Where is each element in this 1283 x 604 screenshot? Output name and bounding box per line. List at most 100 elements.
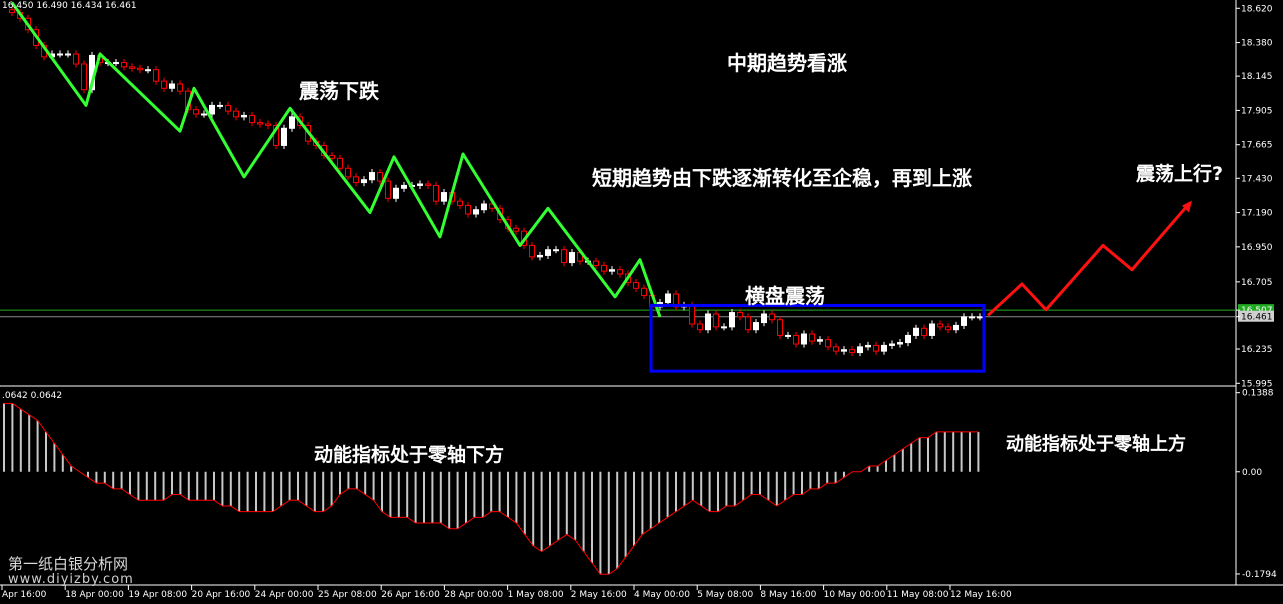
y-tick-label: 17.905 <box>1241 106 1273 116</box>
candle-body <box>193 109 199 115</box>
candle <box>513 224 519 235</box>
candle-body <box>129 66 135 69</box>
candle <box>937 320 943 331</box>
candle-body <box>929 323 935 336</box>
y-tick-label: 17.190 <box>1241 209 1273 219</box>
candle <box>737 309 743 321</box>
down-oscillation-label: 震荡下跌 <box>299 79 379 103</box>
candle <box>233 107 239 121</box>
candle <box>761 310 767 327</box>
candle-body <box>225 104 231 112</box>
candle-body <box>737 312 743 318</box>
candle <box>977 313 983 321</box>
indicator-tick-label: 0.1388 <box>1242 389 1274 399</box>
candle-body <box>537 254 543 258</box>
candle <box>257 119 263 128</box>
candle-body <box>217 104 223 107</box>
up-oscillation-label: 震荡上行? <box>1136 163 1224 185</box>
x-tick-label: 5 May 08:00 <box>697 590 753 600</box>
candle <box>825 336 831 351</box>
candle-body <box>969 316 975 319</box>
candle-body <box>369 172 375 181</box>
candle-body <box>633 282 639 289</box>
candle <box>769 310 775 324</box>
candle <box>481 200 487 214</box>
candle-body <box>785 334 791 337</box>
candle-body <box>209 104 215 115</box>
candle <box>553 246 559 254</box>
candle <box>137 64 143 74</box>
candle-body <box>665 293 671 304</box>
candle-body <box>265 123 271 126</box>
candle-body <box>73 53 79 65</box>
x-tick-label: 20 Apr 16:00 <box>192 590 251 600</box>
candle-body <box>617 269 623 275</box>
indicator-tick-label: -0.1794 <box>1242 570 1277 580</box>
candle <box>529 241 535 261</box>
candle <box>809 330 815 345</box>
candle-body <box>745 316 751 331</box>
candle-body <box>249 114 255 124</box>
candle <box>401 181 407 192</box>
candle-body <box>641 287 647 296</box>
candle <box>721 323 727 331</box>
candle <box>81 60 87 94</box>
candle <box>545 246 551 259</box>
candle-body <box>457 200 463 206</box>
sideways-label: 横盘震荡 <box>745 284 825 308</box>
y-tick-label: 17.430 <box>1241 174 1273 184</box>
candle-body <box>849 349 855 354</box>
candle-body <box>561 249 567 264</box>
candle <box>777 316 783 339</box>
candle-body <box>921 327 927 336</box>
candle <box>225 101 231 115</box>
candle <box>969 313 975 321</box>
candle <box>537 251 543 261</box>
candle-body <box>897 342 903 345</box>
candle <box>441 189 447 205</box>
candle-body <box>801 333 807 345</box>
candle-body <box>377 172 383 182</box>
candle <box>849 346 855 357</box>
candle <box>913 324 919 339</box>
candle <box>177 80 183 95</box>
candle-body <box>121 62 127 68</box>
candle-body <box>913 327 919 336</box>
x-tick-label: 25 Apr 08:00 <box>318 590 377 600</box>
candle-body <box>721 326 727 329</box>
candle <box>361 176 367 187</box>
momentum-histogram <box>3 402 980 575</box>
ohlc-header: 16.450 16.490 16.434 16.461 <box>2 1 137 11</box>
candle-body <box>873 344 879 352</box>
candle <box>265 120 271 129</box>
watermark-url: www.diyizby.com <box>8 572 134 587</box>
x-tick-label: 18 Apr 00:00 <box>65 590 124 600</box>
candle-body <box>761 313 767 324</box>
candle <box>817 336 823 345</box>
y-tick-label: 16.705 <box>1241 278 1273 288</box>
candle-body <box>825 339 831 348</box>
y-tick-label: 18.380 <box>1241 39 1273 49</box>
indicator-tick-label: 0.00 <box>1242 468 1262 478</box>
candle <box>921 324 927 339</box>
candle <box>121 59 127 71</box>
x-tick-label: 10 May 00:00 <box>824 590 886 600</box>
candle <box>153 66 159 85</box>
candle-body <box>609 269 615 272</box>
x-tick-label: 26 Apr 16:00 <box>381 590 440 600</box>
candle-body <box>777 319 783 336</box>
candle <box>281 124 287 149</box>
candle-body <box>233 110 239 118</box>
candle <box>873 341 879 355</box>
candle <box>801 330 807 348</box>
candle-body <box>65 53 71 56</box>
candle-body <box>385 180 391 199</box>
y-tick-label: 18.620 <box>1241 4 1273 14</box>
candle-body <box>753 322 759 331</box>
candle <box>57 50 63 58</box>
candle-body <box>809 333 815 342</box>
candle <box>857 343 863 357</box>
candle <box>833 343 839 355</box>
candle <box>417 180 423 189</box>
candle-body <box>57 53 63 56</box>
